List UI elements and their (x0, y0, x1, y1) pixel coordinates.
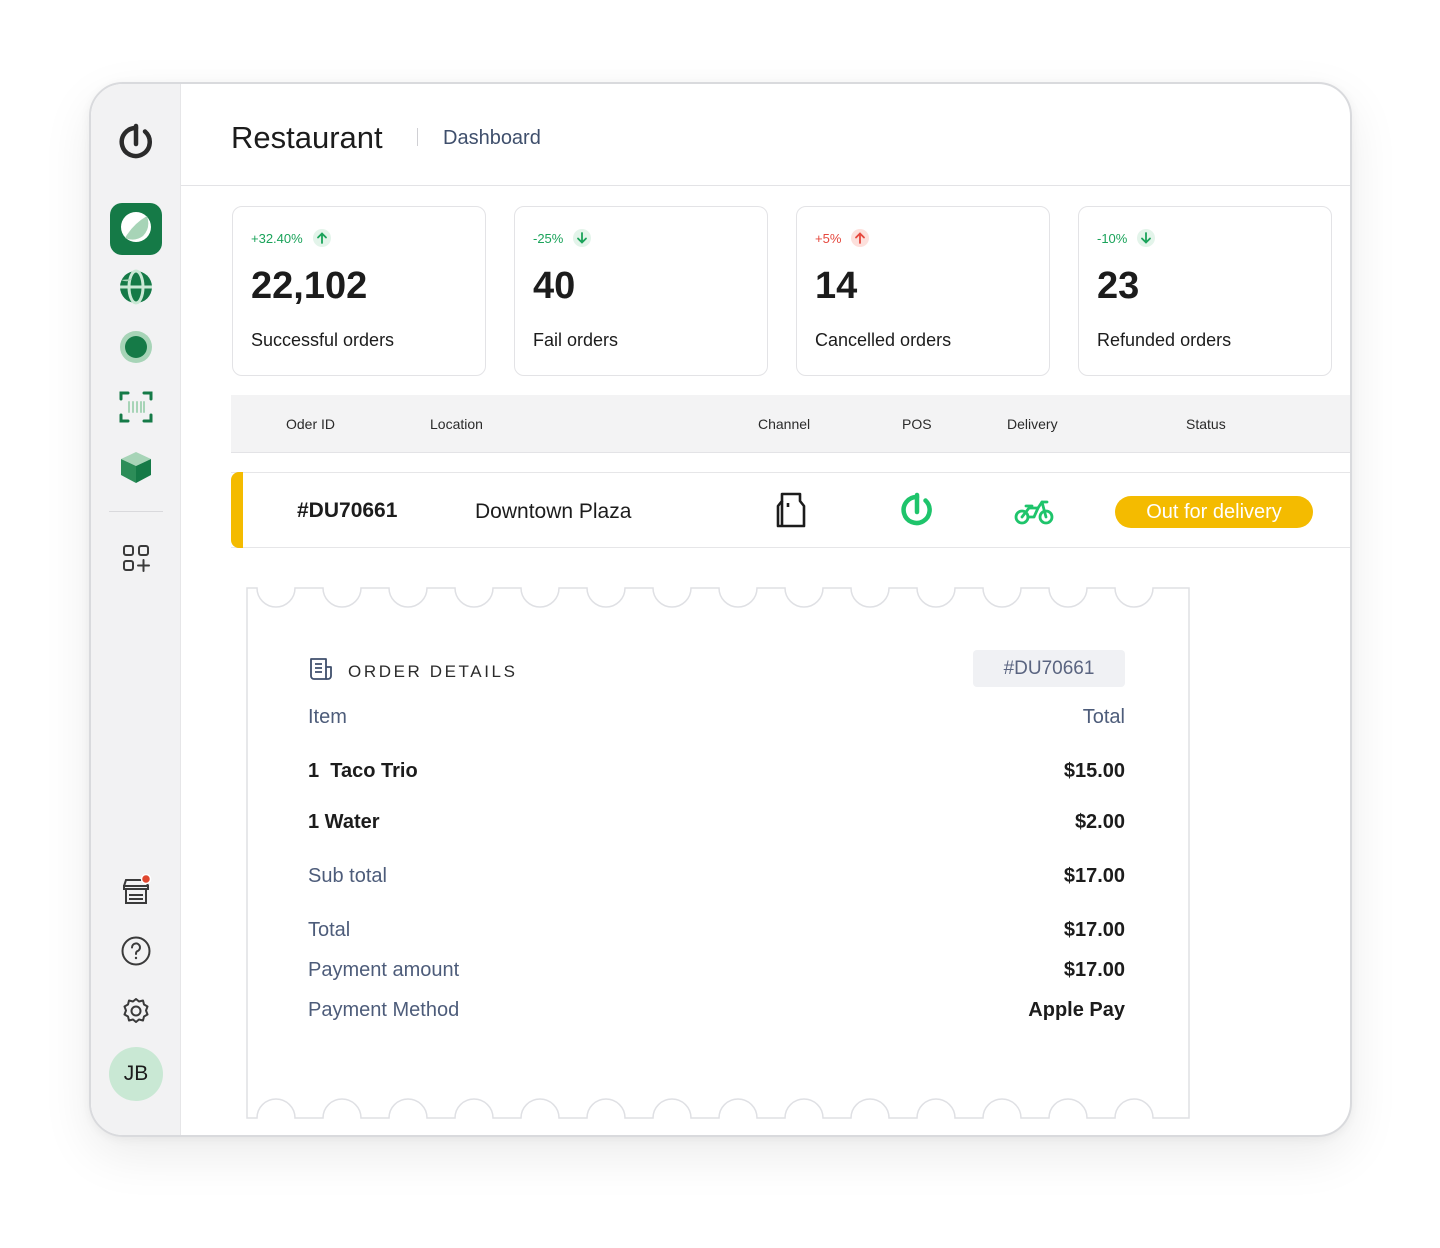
stat-delta: -10% (1097, 229, 1156, 247)
receipt-icon (308, 656, 334, 687)
list-item: 1 Taco Trio $15.00 (308, 760, 1125, 783)
brand-logo-icon[interactable] (110, 116, 162, 168)
sidebar-item-globe[interactable] (110, 263, 162, 315)
order-id: #DU70661 (297, 499, 398, 522)
stat-delta-value: -25% (533, 230, 564, 246)
order-details-receipt: ORDER DETAILS #DU70661 Item Total 1 Taco… (246, 568, 1190, 1120)
stat-delta: +32.40% (251, 229, 331, 247)
stat-card-cancelled[interactable]: +5% 14 Cancelled orders (796, 206, 1050, 376)
help-icon (120, 935, 152, 972)
dashboard-icon (119, 210, 153, 249)
stat-card-fail[interactable]: -25% 40 Fail orders (514, 206, 768, 376)
stat-card-refunded[interactable]: -10% 23 Refunded orders (1078, 206, 1332, 376)
user-avatar[interactable]: JB (109, 1047, 163, 1101)
payment-amount-label: Payment amount (308, 959, 460, 981)
sidebar-item-settings[interactable] (110, 987, 162, 1039)
stat-delta-value: +5% (815, 230, 842, 246)
stat-value: 22,102 (251, 265, 368, 307)
stat-label: Refunded orders (1097, 330, 1232, 350)
row-status-accent (231, 472, 243, 548)
item-name: 1 Taco Trio (308, 760, 418, 782)
stat-delta: -25% (533, 229, 592, 247)
settings-icon (121, 996, 151, 1031)
motorbike-icon (1014, 491, 1054, 534)
sidebar-item-add-widget[interactable] (110, 534, 162, 586)
order-details-heading: ORDER DETAILS (308, 656, 518, 687)
arrow-down-icon (573, 229, 592, 247)
orders-table-header: Oder ID Location Channel POS Delivery St… (231, 395, 1350, 453)
subtotal-label: Sub total (308, 865, 387, 887)
sidebar: JB (91, 84, 181, 1135)
total-row: Total $17.00 (308, 919, 1125, 942)
stat-label: Fail orders (533, 330, 619, 350)
payment-amount-row: Payment amount $17.00 (308, 959, 1125, 982)
stat-delta: +5% (815, 229, 870, 247)
payment-method-label: Payment Method (308, 999, 460, 1021)
column-header-pos[interactable]: POS (902, 416, 932, 432)
sidebar-item-dashboard[interactable] (110, 203, 162, 255)
column-header-location[interactable]: Location (430, 416, 483, 432)
sidebar-item-scan[interactable] (110, 383, 162, 435)
order-location: Downtown Plaza (475, 500, 632, 523)
page-title: Restaurant (231, 120, 383, 155)
globe-icon (118, 269, 154, 310)
arrow-up-icon (312, 229, 331, 247)
sidebar-item-live[interactable] (110, 323, 162, 375)
bag-icon (774, 491, 808, 534)
breadcrumb[interactable]: Dashboard (443, 127, 541, 150)
receipt-header-row: Item Total (308, 706, 1125, 729)
arrow-up-icon (851, 229, 870, 247)
stat-label: Cancelled orders (815, 330, 952, 350)
status-badge: Out for delivery (1115, 496, 1313, 528)
stat-label: Successful orders (251, 330, 395, 350)
order-details-title: ORDER DETAILS (348, 661, 518, 681)
stat-delta-value: -10% (1097, 230, 1128, 246)
live-dot-icon (118, 329, 154, 370)
sidebar-divider (109, 511, 163, 512)
total-value: $17.00 (1063, 919, 1125, 941)
arrow-down-icon (1137, 229, 1156, 247)
column-header-channel[interactable]: Channel (758, 416, 810, 432)
box-icon (118, 449, 154, 490)
item-name: 1 Water (308, 811, 380, 833)
order-details-id-badge: #DU70661 (973, 650, 1125, 687)
add-widget-icon (121, 543, 151, 578)
total-column-label: Total (1082, 706, 1125, 728)
app-window: JB Restaurant Dashboard +32.40% 22,102 S… (89, 82, 1352, 1137)
subtotal-value: $17.00 (1063, 865, 1125, 887)
sidebar-item-help[interactable] (110, 927, 162, 979)
stat-card-successful[interactable]: +32.40% 22,102 Successful orders (232, 206, 486, 376)
pos-brand-icon (898, 491, 936, 534)
list-item: 1 Water $2.00 (308, 811, 1125, 834)
sidebar-item-store[interactable] (110, 867, 162, 919)
item-column-label: Item (308, 706, 347, 728)
payment-method-value: Apple Pay (1028, 999, 1125, 1021)
stat-value: 23 (1097, 265, 1140, 307)
user-initials: JB (123, 1062, 149, 1085)
column-header-status[interactable]: Status (1186, 416, 1226, 432)
table-row[interactable]: #DU70661 Downtown Plaza Out for delivery (231, 472, 1350, 548)
stat-value: 14 (815, 265, 858, 307)
column-header-delivery[interactable]: Delivery (1007, 416, 1058, 432)
subtotal-row: Sub total $17.00 (308, 865, 1125, 888)
payment-amount-value: $17.00 (1063, 959, 1125, 981)
store-icon (119, 873, 153, 913)
total-label: Total (308, 919, 351, 941)
header-divider (417, 128, 418, 146)
sidebar-item-inventory[interactable] (110, 443, 162, 495)
payment-method-row: Payment Method Apple Pay (308, 999, 1125, 1022)
barcode-scan-icon (118, 389, 154, 430)
item-price: $15.00 (1063, 760, 1125, 782)
stat-value: 40 (533, 265, 576, 307)
stat-delta-value: +32.40% (251, 230, 303, 246)
column-header-order-id[interactable]: Oder ID (286, 416, 335, 432)
page-header: Restaurant Dashboard (181, 84, 1350, 186)
item-price: $2.00 (1074, 811, 1125, 833)
